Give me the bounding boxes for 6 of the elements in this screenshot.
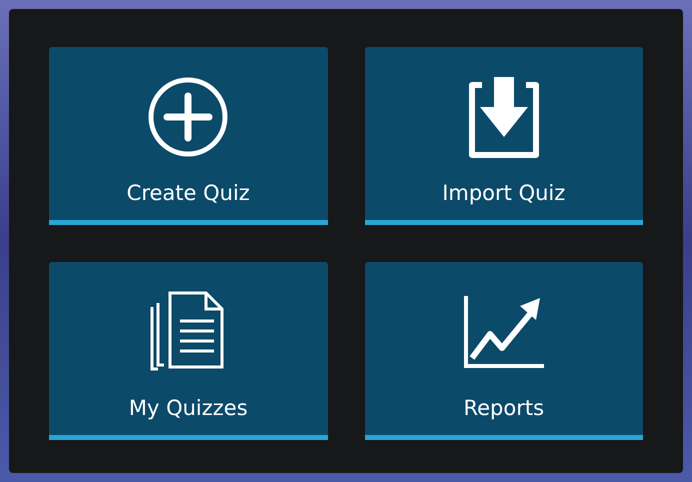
- menu-tile[interactable]: Reports: [364, 262, 643, 440]
- menu-tile[interactable]: My Quizzes: [49, 262, 328, 440]
- plus-circle-icon: [147, 76, 230, 158]
- line-chart-icon: [462, 294, 546, 370]
- menu-tile[interactable]: Create Quiz: [49, 47, 328, 225]
- menu-tile[interactable]: Import Quiz: [364, 47, 643, 225]
